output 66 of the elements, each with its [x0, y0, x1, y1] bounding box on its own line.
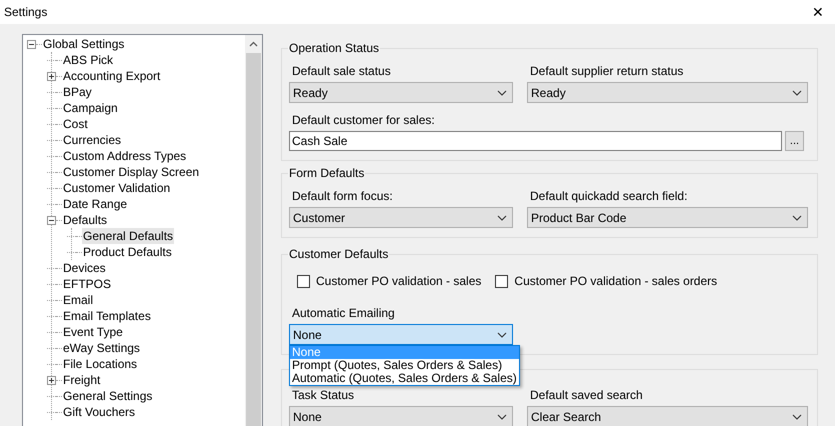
tree-item[interactable]: Date Range [62, 196, 128, 212]
field-label: Default form focus: [291, 189, 394, 204]
chevron-down-icon [497, 90, 507, 96]
tree-item[interactable]: EFTPOS [62, 276, 112, 292]
window-title: Settings [4, 4, 48, 21]
tree-item[interactable]: General Defaults [82, 228, 174, 244]
group-title: Operation Status [288, 40, 380, 56]
scroll-up-icon[interactable] [249, 41, 258, 47]
tree-item[interactable]: Cost [62, 116, 89, 132]
expand-icon[interactable] [47, 72, 56, 80]
text-field[interactable]: Cash Sale [289, 131, 782, 151]
chevron-down-icon [792, 214, 802, 220]
dropdown[interactable]: Ready [289, 82, 513, 103]
field-label: Default sale status [291, 64, 392, 79]
collapse-icon[interactable] [47, 216, 56, 224]
tree-item[interactable]: ABS Pick [62, 52, 114, 68]
tree-item[interactable]: Customer Display Screen [62, 164, 200, 180]
tree-item[interactable]: Gift Vouchers [62, 404, 136, 420]
field-label: Default saved search [529, 388, 644, 403]
chevron-down-icon [792, 90, 802, 96]
tree-item[interactable]: BPay [62, 84, 93, 100]
collapse-icon[interactable] [27, 40, 36, 48]
field-label: Automatic Emailing [291, 306, 396, 321]
tree-item[interactable]: Currencies [62, 132, 122, 148]
tree-item[interactable]: Freight [62, 372, 102, 388]
tree-item[interactable]: General Settings [62, 388, 154, 404]
tree-item[interactable]: Custom Address Types [62, 148, 188, 164]
tree-item[interactable]: Campaign [62, 100, 119, 116]
tree-item[interactable]: Global Settings [42, 36, 126, 52]
close-button[interactable]: ✕ [801, 0, 835, 24]
scrollbar-thumb[interactable] [246, 53, 261, 426]
dropdown[interactable]: Customer [289, 207, 513, 228]
checkbox[interactable] [297, 274, 310, 288]
field-label: Default customer for sales: [291, 113, 436, 128]
chevron-down-icon [497, 414, 507, 420]
tree-item[interactable]: Devices [62, 260, 107, 276]
tree-item[interactable]: Defaults [62, 212, 108, 228]
chevron-down-icon [497, 214, 507, 220]
dropdown-option[interactable]: Prompt (Quotes, Sales Orders & Sales) [290, 359, 519, 372]
tree-item[interactable]: Accounting Export [62, 68, 162, 84]
dropdown[interactable]: None [289, 406, 513, 426]
chevron-down-icon [792, 414, 802, 420]
browse-button[interactable]: ... [785, 131, 804, 151]
dropdown[interactable]: Product Bar Code [527, 207, 808, 228]
dropdown[interactable]: Clear Search [527, 406, 808, 426]
tree-item[interactable]: Product Defaults [82, 244, 173, 260]
tree-item[interactable]: eWay Settings [62, 340, 141, 356]
group-title: Customer Defaults [288, 246, 390, 262]
checkbox[interactable] [495, 274, 508, 288]
checkbox-label: Customer PO validation - sales orders [514, 273, 718, 290]
checkbox-label: Customer PO validation - sales [316, 273, 482, 290]
tree-item[interactable]: Email Templates [62, 308, 152, 324]
scrollbar[interactable] [245, 35, 262, 426]
group-title: Form Defaults [288, 165, 366, 181]
field-label: Default quickadd search field: [529, 189, 688, 204]
chevron-down-icon [497, 332, 507, 338]
dropdown-option[interactable]: Automatic (Quotes, Sales Orders & Sales) [290, 372, 519, 385]
expand-icon[interactable] [47, 376, 56, 384]
tree-item[interactable]: File Locations [62, 356, 138, 372]
tree-item[interactable]: Event Type [62, 324, 124, 340]
field-label: Task Status [291, 388, 356, 403]
tree-item[interactable]: Email [62, 292, 94, 308]
field-label: Default supplier return status [529, 64, 684, 79]
tree-item[interactable]: Customer Validation [62, 180, 172, 196]
dropdown[interactable]: None [289, 324, 513, 345]
dropdown[interactable]: Ready [527, 82, 808, 103]
